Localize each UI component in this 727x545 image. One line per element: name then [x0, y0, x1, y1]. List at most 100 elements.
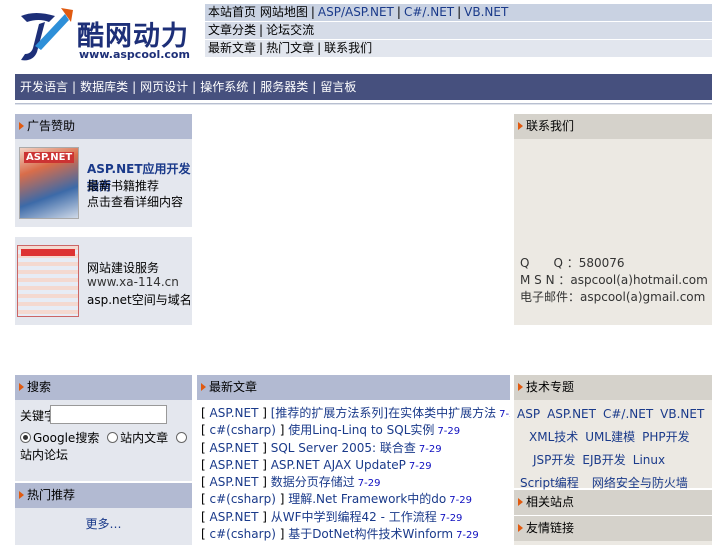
tech-panel-title: 技术专题	[514, 375, 712, 400]
nav-item-4[interactable]: 操作系统	[200, 80, 248, 94]
news-item: [ ASP.NET ] SQL Server 2005: 联合查 7-29	[201, 440, 442, 455]
header-divider	[15, 103, 712, 105]
news-category-link[interactable]: ASP.NET	[210, 510, 259, 524]
news-date: 7-29	[408, 460, 432, 472]
contact-panel: 联系我们 Q Q ：580076 M S N ：aspcool(a)hotmai…	[514, 114, 712, 325]
main-nav: 开发语言 | 数据库类 | 网页设计 | 操作系统 | 服务器类 | 留言板	[15, 74, 712, 100]
contact-qq: Q Q ：580076	[520, 256, 625, 270]
news-item: [ ASP.NET ] 数据分页存储过 7-29	[201, 475, 381, 490]
tech-link-aspnet[interactable]: ASP.NET	[547, 407, 596, 421]
ad2-line-3: asp.net空间与域名	[87, 293, 192, 307]
contact-panel-title: 联系我们	[514, 114, 712, 139]
search-scope-options: Google搜索 站内文章 站内论坛	[20, 430, 190, 464]
ad-book-line-3: 点击查看详细内容	[87, 195, 184, 209]
nav-item-6[interactable]: 留言板	[320, 80, 356, 94]
radio-forum[interactable]	[176, 432, 187, 443]
hot-panel: 热门推荐 更多…	[15, 483, 192, 545]
search-panel-title: 搜索	[15, 375, 192, 400]
news-date: 7-29	[418, 443, 442, 455]
news-title-link[interactable]: SQL Server 2005: 联合查	[271, 441, 416, 455]
radio-google-label: Google搜索	[33, 431, 100, 445]
top-links-row-3: 最新文章 | 热门文章 | 联系我们	[205, 40, 712, 57]
search-panel: 搜索 关键字： Google搜索 站内文章 站内论坛	[15, 375, 192, 481]
contact-us-link[interactable]: 联系我们	[324, 41, 372, 55]
news-title-link[interactable]: ASP.NET AJAX UpdateP	[271, 458, 406, 472]
related-sites-panel: 相关站点	[514, 490, 712, 515]
news-date: 7-29	[357, 478, 381, 490]
news-title-link[interactable]: 数据分页存储过	[271, 475, 355, 489]
news-category-link[interactable]: c#(csharp)	[210, 527, 276, 541]
csharp-link[interactable]: C#/.NET	[404, 5, 454, 19]
tech-link-ejb[interactable]: EJB开发	[582, 453, 625, 467]
news-date: 7-29	[499, 409, 510, 420]
news-category-link[interactable]: ASP.NET	[210, 441, 259, 455]
contact-email: 电子邮件：aspcool(a)gmail.com	[520, 290, 706, 304]
ad-book-line-2: 最新书籍推荐	[87, 179, 160, 193]
logo-url: www.aspcool.com	[79, 48, 190, 61]
tech-row-2: XML技术 UML建模 PHP开发	[517, 426, 712, 449]
forum-link[interactable]: 论坛交流	[266, 23, 314, 37]
radio-articles[interactable]	[107, 432, 119, 443]
tech-link-csharp[interactable]: C#/.NET	[603, 407, 653, 421]
tech-link-xml[interactable]: XML技术	[529, 430, 578, 444]
search-input[interactable]	[50, 405, 167, 424]
news-category-link[interactable]: c#(csharp)	[210, 492, 276, 506]
ad2-url-link[interactable]: www.xa-114.cn	[87, 275, 179, 289]
tech-link-uml[interactable]: UML建模	[585, 430, 635, 444]
tech-row-1: ASP ASP.NET C#/.NET VB.NET	[517, 403, 712, 426]
tech-tags: ASP ASP.NET C#/.NET VB.NET XML技术 UML建模 PHP开发 …	[514, 400, 712, 495]
tech-link-linux[interactable]: Linux	[633, 453, 665, 467]
hot-articles-link[interactable]: 热门文章	[266, 41, 314, 55]
site-logo[interactable]: 酷网动力 www.aspcool.com	[15, 4, 203, 68]
tech-link-vbnet[interactable]: VB.NET	[660, 407, 704, 421]
news-title-link[interactable]: [推荐的扩展方法系列]在实体类中扩展方法	[271, 406, 496, 420]
radio-google[interactable]	[20, 432, 31, 443]
top-links: 本站首页 网站地图 | ASP/ASP.NET | C#/.NET | VB.NET 文章分…	[205, 4, 712, 58]
radio-forum-label: 站内论坛	[20, 448, 69, 462]
news-item: [ c#(csharp) ] 基于DotNet构件技术Winform 7-29	[201, 527, 479, 542]
news-title-link[interactable]: 基于DotNet构件技术Winform	[288, 527, 453, 541]
news-item: [ ASP.NET ] 从WF中学到编程42 - 工作流程 7-29	[201, 509, 463, 524]
news-category-link[interactable]: ASP.NET	[210, 475, 259, 489]
friend-links-panel: 友情链接	[514, 516, 712, 545]
news-title-link[interactable]: 从WF中学到编程42 - 工作流程	[271, 510, 437, 524]
radio-articles-label: 站内文章	[120, 431, 169, 445]
ad-panel: 广告赞助 ASP.NET ASP.NET应用开发指南 最新书籍推荐 点击查看详细…	[15, 114, 192, 227]
tech-link-jsp[interactable]: JSP开发	[533, 453, 575, 467]
news-category-link[interactable]: ASP.NET	[210, 406, 259, 420]
top-links-row-1: 本站首页 网站地图 | ASP/ASP.NET | C#/.NET | VB.NET	[205, 4, 712, 21]
friend-links-title: 友情链接	[514, 516, 712, 541]
tech-link-asp[interactable]: ASP	[517, 407, 540, 421]
tech-row-3: JSP开发 EJB开发 Linux	[517, 449, 712, 472]
tech-link-security[interactable]: 网络安全与防火墙	[592, 476, 688, 490]
news-date: 7-29	[449, 495, 472, 507]
hot-more-link[interactable]: 更多…	[15, 515, 192, 532]
ad-panel-title: 广告赞助	[15, 114, 192, 139]
news-title-link[interactable]: 理解.Net Framework中的do	[288, 492, 446, 506]
news-category-link[interactable]: c#(csharp)	[210, 423, 276, 437]
tech-link-script[interactable]: Script编程	[520, 476, 579, 490]
news-item: [ ASP.NET ] ASP.NET AJAX UpdateP 7-29	[201, 457, 432, 472]
latest-articles-link[interactable]: 最新文章	[208, 41, 256, 55]
book-cover-label: ASP.NET	[24, 152, 75, 163]
nav-item-2[interactable]: 数据库类	[80, 80, 128, 94]
news-list: [ ASP.NET ] [推荐的扩展方法系列]在实体类中扩展方法7-29 [ c…	[197, 400, 510, 543]
asp-link[interactable]: ASP/ASP.NET	[318, 5, 394, 19]
nav-item-1[interactable]: 开发语言	[20, 80, 68, 94]
nav-item-5[interactable]: 服务器类	[260, 80, 308, 94]
news-category-link[interactable]: ASP.NET	[210, 458, 259, 472]
news-item: [ c#(csharp) ] 使用Linq-Linq to SQL实例 7-29	[201, 423, 461, 438]
tech-link-php[interactable]: PHP开发	[642, 430, 690, 444]
book-cover-image[interactable]: ASP.NET	[19, 147, 79, 219]
news-date: 7-29	[439, 512, 463, 524]
news-title-link[interactable]: 使用Linq-Linq to SQL实例	[288, 423, 434, 437]
categories-link[interactable]: 文章分类	[208, 23, 256, 37]
nav-item-3[interactable]: 网页设计	[140, 80, 188, 94]
ad-panel-2: 网站建设服务 www.xa-114.cn asp.net空间与域名	[15, 237, 192, 325]
home-and-sitemap-link[interactable]: 本站首页 网站地图	[208, 5, 308, 19]
news-panel: 最新文章 [ ASP.NET ] [推荐的扩展方法系列]在实体类中扩展方法7-2…	[197, 375, 510, 545]
hot-panel-title: 热门推荐	[15, 483, 192, 508]
vbnet-link[interactable]: VB.NET	[464, 5, 508, 19]
news-date: 7-29	[456, 530, 479, 542]
website-thumbnail-image[interactable]	[17, 245, 79, 317]
